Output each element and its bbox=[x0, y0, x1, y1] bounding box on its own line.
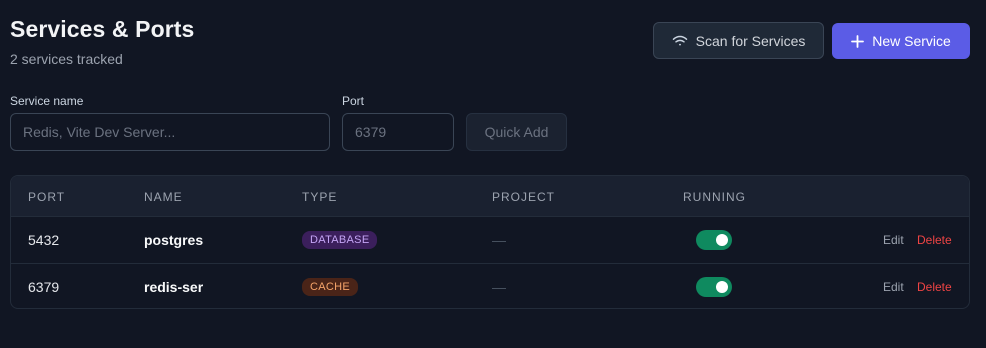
column-header-project: Project bbox=[492, 190, 556, 204]
delete-button[interactable]: Delete bbox=[917, 233, 952, 247]
service-name-label: Service name bbox=[10, 94, 84, 108]
table-row: 5432 postgres DATABASE — Edit Delete bbox=[11, 217, 969, 263]
running-toggle[interactable] bbox=[696, 276, 732, 297]
scan-button-label: Scan for Services bbox=[695, 32, 806, 49]
port-input[interactable] bbox=[342, 113, 454, 151]
table-row: 6379 redis-ser CACHE — Edit Delete bbox=[11, 263, 969, 308]
service-name-input[interactable] bbox=[10, 113, 330, 151]
page-title: Services & Ports bbox=[10, 16, 195, 42]
column-header-running: Running bbox=[683, 190, 746, 204]
wifi-icon bbox=[672, 35, 688, 47]
port-cell: 5432 bbox=[28, 232, 60, 248]
project-cell: — bbox=[492, 278, 506, 295]
services-table: Port Name Type Project Running 5432 post… bbox=[10, 175, 970, 309]
name-cell: postgres bbox=[144, 232, 204, 248]
edit-button[interactable]: Edit bbox=[883, 233, 904, 247]
toggle-knob bbox=[716, 234, 728, 246]
page-subtitle: 2 services tracked bbox=[10, 51, 123, 67]
toggle-knob bbox=[716, 280, 728, 293]
port-label: Port bbox=[342, 94, 365, 108]
quick-add-button[interactable]: Quick Add bbox=[466, 113, 567, 151]
port-cell: 6379 bbox=[28, 278, 60, 295]
project-cell: — bbox=[492, 232, 506, 248]
plus-icon bbox=[851, 34, 865, 48]
column-header-type: Type bbox=[302, 190, 338, 204]
services-page: Services & Ports 2 services tracked Scan… bbox=[0, 0, 986, 348]
running-toggle[interactable] bbox=[696, 230, 732, 250]
scan-for-services-button[interactable]: Scan for Services bbox=[653, 22, 824, 59]
column-header-port: Port bbox=[28, 190, 66, 204]
name-cell: redis-ser bbox=[144, 278, 204, 295]
type-badge: DATABASE bbox=[302, 231, 378, 249]
column-header-name: Name bbox=[144, 190, 183, 204]
edit-button[interactable]: Edit bbox=[883, 280, 904, 294]
delete-button[interactable]: Delete bbox=[917, 280, 952, 294]
new-service-label: New Service bbox=[872, 33, 951, 49]
table-header: Port Name Type Project Running bbox=[11, 176, 969, 217]
type-badge: CACHE bbox=[302, 277, 359, 296]
new-service-button[interactable]: New Service bbox=[832, 23, 970, 59]
